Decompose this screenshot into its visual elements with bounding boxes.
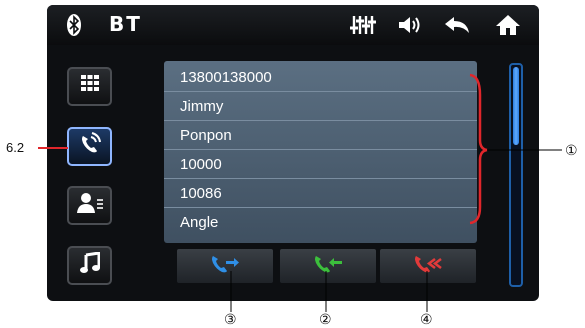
- callout-btn1-label: ③: [224, 311, 237, 327]
- list-bracket: [469, 73, 488, 225]
- callout-list-label: ①: [565, 142, 578, 158]
- callout-btn3-label: ④: [420, 311, 433, 327]
- callout-btn2-label: ②: [319, 311, 332, 327]
- callout-side-label: 6.2: [6, 140, 25, 155]
- annotation-layer: [38, 73, 562, 312]
